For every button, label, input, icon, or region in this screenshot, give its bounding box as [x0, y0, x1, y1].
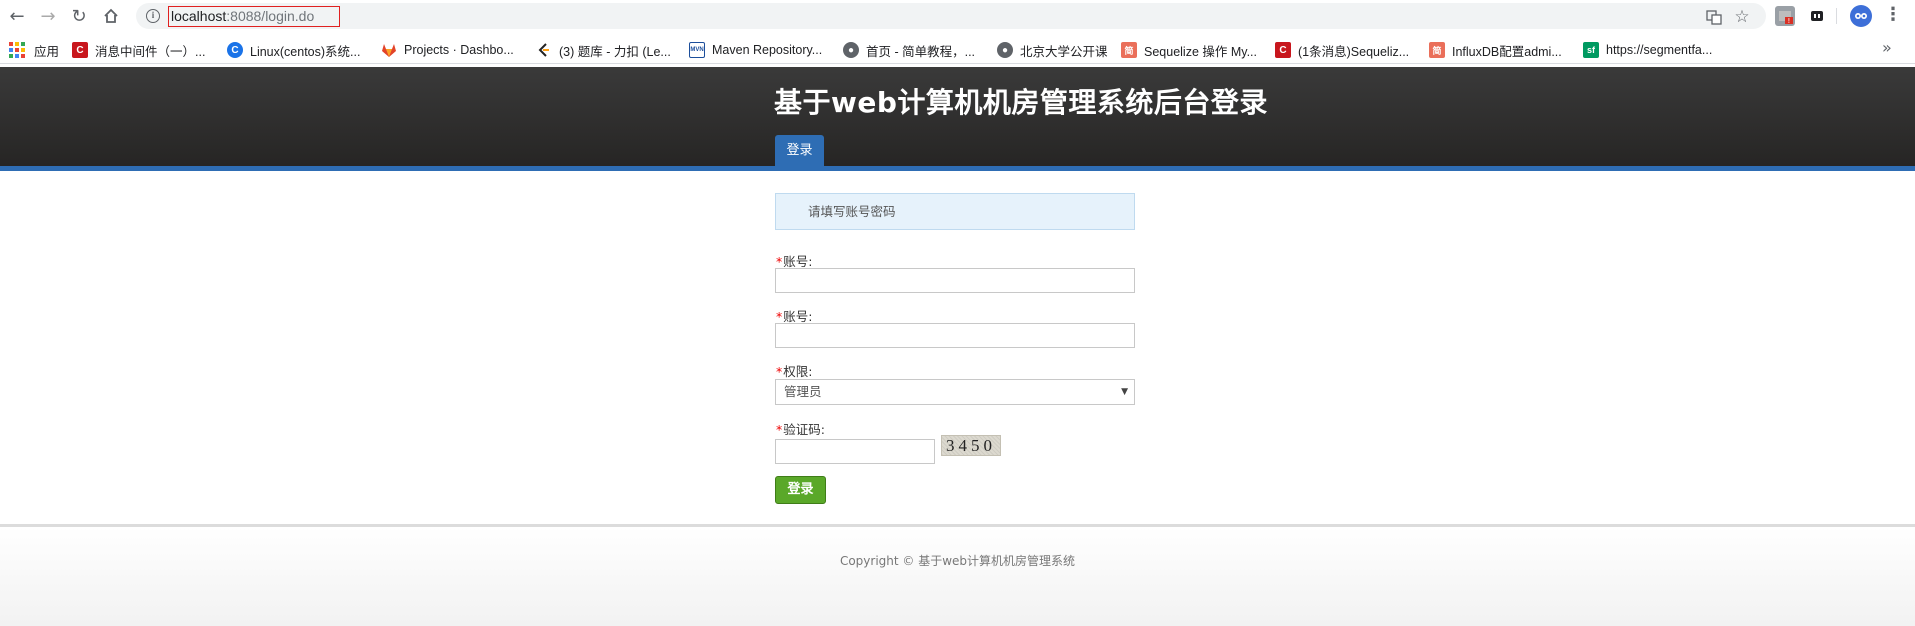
required-mark: *	[776, 422, 783, 437]
bookmark-item[interactable]: MVN Maven Repository...	[689, 39, 822, 61]
link-icon: C	[227, 42, 243, 58]
bookmark-label: 首页 - 简单教程，...	[866, 44, 976, 59]
csdn-icon: C	[1275, 42, 1291, 58]
bookmark-label: Sequelize 操作 My...	[1144, 44, 1258, 59]
captcha-label: *验证码:	[776, 419, 825, 438]
page-header: 基于web计算机机房管理系统后台登录 登录	[0, 67, 1915, 171]
role-select[interactable]: 管理员 ▼	[775, 379, 1135, 405]
csdn-icon: C	[72, 42, 88, 58]
bookmark-label: 应用	[34, 44, 60, 59]
reload-icon[interactable]: ↻	[67, 4, 91, 28]
bookmarks-overflow-icon[interactable]: »	[1882, 38, 1892, 57]
bookmark-label: 北京大学公开课	[1020, 44, 1108, 59]
url-text[interactable]: localhost:8088/login.do	[168, 6, 340, 27]
bookmark-item[interactable]: C Linux(centos)系统...	[227, 39, 360, 61]
bookmark-item[interactable]: sf https://segmentfa...	[1583, 39, 1712, 61]
bookmark-item[interactable]: Projects · Dashbo...	[381, 39, 514, 61]
captcha-image[interactable]: 3450	[941, 435, 1001, 456]
address-bar[interactable]: i localhost:8088/login.do ☆	[136, 3, 1766, 29]
bookmark-label: Maven Repository...	[712, 43, 823, 57]
bookmark-label: Projects · Dashbo...	[404, 43, 514, 57]
bookmark-item[interactable]: C 消息中间件（一）...	[72, 39, 205, 61]
info-alert: 请填写账号密码	[775, 193, 1135, 230]
mvn-icon: MVN	[689, 42, 705, 58]
leetcode-icon	[536, 42, 552, 58]
bookmark-label: https://segmentfa...	[1606, 43, 1713, 57]
role-label-text: 权限:	[783, 364, 813, 379]
profile-avatar[interactable]	[1850, 5, 1872, 27]
bookmark-item[interactable]: 简 Sequelize 操作 My...	[1121, 39, 1257, 61]
copyright-text: Copyright © 基于web计算机机房管理系统	[839, 554, 1076, 568]
bookmarks-bar: 应用 C 消息中间件（一）... C Linux(centos)系统... Pr…	[0, 36, 1915, 64]
gitlab-icon	[381, 42, 397, 58]
site-info-icon[interactable]: i	[146, 9, 160, 23]
back-arrow-icon[interactable]: ←	[5, 4, 29, 28]
bookmark-star-icon[interactable]: ☆	[1732, 7, 1752, 27]
bookmark-item[interactable]: 简 InfluxDB配置admi...	[1429, 39, 1562, 61]
forward-arrow-icon[interactable]: →	[36, 4, 60, 28]
bookmark-item[interactable]: ● 北京大学公开课	[997, 39, 1108, 61]
bookmark-item[interactable]: (3) 题库 - 力扣 (Le...	[536, 39, 671, 61]
extension-icon[interactable]: !	[1775, 6, 1795, 26]
svg-text:!: !	[1788, 17, 1791, 24]
globe-icon: ●	[843, 42, 859, 58]
bookmark-label: Linux(centos)系统...	[250, 44, 361, 59]
captcha-label-text: 验证码:	[783, 422, 825, 437]
bookmark-label: 消息中间件（一）...	[95, 44, 206, 59]
account-label-text: 账号:	[783, 254, 813, 269]
page-footer: Copyright © 基于web计算机机房管理系统	[0, 524, 1915, 626]
segmentfault-icon: sf	[1583, 42, 1599, 58]
tab-login[interactable]: 登录	[775, 135, 824, 167]
bookmark-apps[interactable]: 应用	[9, 39, 59, 61]
toolbar-divider	[1836, 8, 1837, 24]
browser-menu-icon[interactable]: ⋮	[1884, 5, 1902, 27]
captcha-input[interactable]	[775, 439, 935, 464]
url-path: :8088/login.do	[226, 8, 315, 24]
translate-icon[interactable]	[1704, 7, 1724, 27]
password-label-text: 账号:	[783, 309, 813, 324]
account-input[interactable]	[775, 268, 1135, 293]
required-mark: *	[776, 364, 783, 379]
apps-grid-icon	[9, 42, 25, 58]
url-host: localhost	[171, 8, 227, 24]
login-button[interactable]: 登录	[775, 476, 826, 504]
bookmark-item[interactable]: C (1条消息)Sequeliz...	[1275, 39, 1409, 61]
bookmark-label: (3) 题库 - 力扣 (Le...	[559, 44, 671, 59]
home-icon[interactable]	[99, 4, 123, 28]
bookmark-label: (1条消息)Sequeliz...	[1298, 44, 1410, 59]
required-mark: *	[776, 309, 783, 324]
bookmark-label: InfluxDB配置admi...	[1452, 44, 1562, 59]
jianshu-icon: 简	[1121, 42, 1137, 58]
globe-icon: ●	[997, 42, 1013, 58]
bookmark-item[interactable]: ● 首页 - 简单教程，...	[843, 39, 975, 61]
role-selected-value: 管理员	[784, 384, 822, 399]
site-title: 基于web计算机机房管理系统后台登录	[774, 86, 1268, 119]
jianshu-icon: 简	[1429, 42, 1445, 58]
browser-toolbar: ← → ↻ i localhost:8088/login.do ☆ ! ⋮	[0, 0, 1915, 32]
dropdown-caret-icon: ▼	[1121, 387, 1128, 397]
password-input[interactable]	[775, 323, 1135, 348]
role-label: *权限:	[776, 361, 812, 380]
required-mark: *	[776, 254, 783, 269]
extension-icon[interactable]	[1807, 6, 1827, 26]
